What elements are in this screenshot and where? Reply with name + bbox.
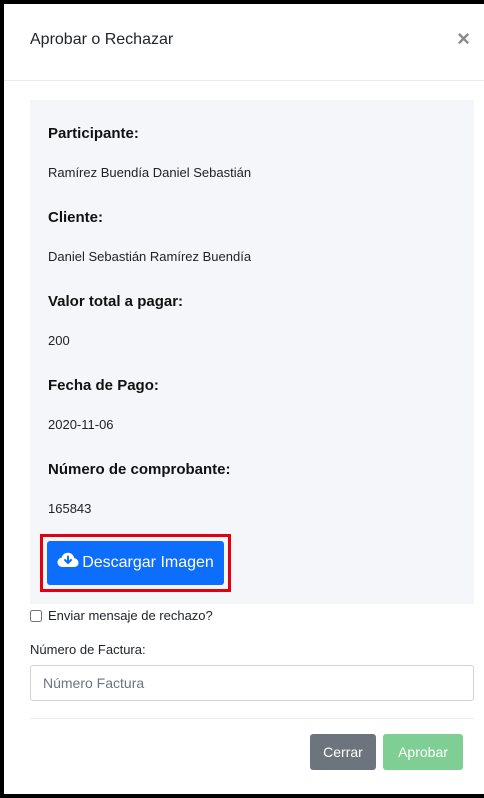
rechazo-option[interactable]: Enviar mensaje de rechazo? [30, 608, 213, 623]
close-icon[interactable]: × [457, 28, 470, 50]
fecha-label: Fecha de Pago: [48, 377, 159, 394]
valor-value: 200 [48, 333, 70, 348]
valor-label: Valor total a pagar: [48, 293, 184, 310]
factura-input[interactable] [30, 665, 474, 701]
comprobante-label: Número de comprobante: [48, 461, 231, 478]
factura-label: Número de Factura: [30, 642, 146, 657]
participante-value: Ramírez Buendía Daniel Sebastián [48, 165, 252, 180]
participante-label: Participante: [48, 125, 139, 142]
aprobar-button[interactable]: Aprobar [383, 734, 463, 770]
footer-divider [30, 718, 474, 719]
comprobante-value: 165843 [48, 501, 92, 516]
modal-title: Aprobar o Rechazar [30, 31, 174, 48]
cliente-value: Daniel Sebastián Ramírez Buendía [48, 249, 252, 264]
cloud-download-icon [57, 552, 79, 568]
download-image-button[interactable]: Descargar Imagen [47, 541, 224, 585]
cliente-label: Cliente: [48, 209, 104, 226]
fecha-value: 2020-11-06 [48, 417, 114, 432]
download-image-label: Descargar Imagen [82, 554, 214, 571]
rechazo-checkbox[interactable] [30, 609, 42, 622]
modal-header: Aprobar o Rechazar × [4, 4, 484, 81]
rechazo-label: Enviar mensaje de rechazo? [48, 608, 213, 623]
payment-details-panel: Participante: Ramírez Buendía Daniel Seb… [30, 100, 474, 604]
cerrar-button[interactable]: Cerrar [310, 734, 376, 770]
approval-modal: Aprobar o Rechazar × Participante: Ramír… [0, 0, 484, 798]
